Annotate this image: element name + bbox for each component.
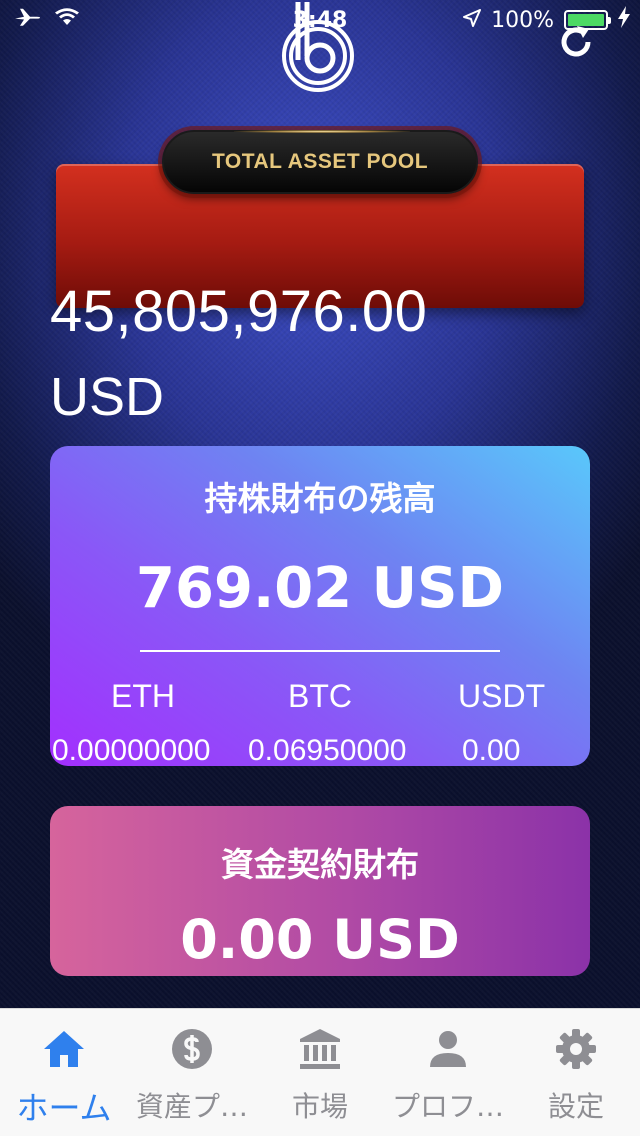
battery-percent: 100% <box>491 7 554 33</box>
location-arrow-icon <box>463 8 482 33</box>
tab-profile-label: プロフ… <box>391 1090 504 1123</box>
total-asset-currency: USD <box>50 367 165 427</box>
charging-icon <box>618 6 630 34</box>
refresh-button[interactable] <box>556 22 596 62</box>
person-icon <box>430 1031 466 1067</box>
tab-profile[interactable]: プロフ… <box>384 1009 512 1136</box>
divider <box>140 650 500 652</box>
tab-settings-label: 設定 <box>547 1090 604 1123</box>
tab-assets-label: 資産プ… <box>135 1090 248 1123</box>
tab-market-label: 市場 <box>291 1090 348 1123</box>
tab-assets[interactable]: 資産プ… <box>128 1009 256 1136</box>
coin-label-usdt: USDT <box>458 678 546 714</box>
gear-icon <box>556 1029 596 1069</box>
total-asset-pool-label: TOTAL ASSET POOL <box>162 130 478 194</box>
tab-home-label: ホーム <box>16 1089 112 1127</box>
coin-label-btc: BTC <box>288 678 352 714</box>
contract-wallet-card[interactable]: 資金契約財布 0.00 USD <box>50 806 590 976</box>
home-icon <box>44 1031 84 1067</box>
stake-wallet-title: 持株財布の残高 <box>204 479 436 518</box>
stake-wallet-amount: 769.02 USD <box>136 556 504 621</box>
tab-home[interactable]: ホーム <box>0 1009 128 1136</box>
coin-value-usdt: 0.00 <box>462 734 521 766</box>
total-asset-amount: 45,805,976.00 <box>50 279 428 344</box>
coin-value-btc: 0.06950000 <box>248 734 407 766</box>
refresh-icon <box>561 26 591 57</box>
coin-label-eth: ETH <box>111 678 175 714</box>
dollar-icon <box>172 1029 212 1069</box>
tab-settings[interactable]: 設定 <box>512 1009 640 1136</box>
contract-wallet-title: 資金契約財布 <box>221 845 419 884</box>
tab-market[interactable]: 市場 <box>256 1009 384 1136</box>
b-logo-icon <box>276 0 360 94</box>
bank-icon <box>300 1029 340 1069</box>
coin-value-eth: 0.00000000 <box>52 734 211 766</box>
tab-bar: ホーム 資産プ… 市場 プロフ… 設定 <box>0 1008 640 1136</box>
stake-wallet-card[interactable]: 持株財布の残高 769.02 USD ETH BTC USDT 0.000000… <box>50 446 590 766</box>
contract-wallet-amount: 0.00 USD <box>180 908 460 971</box>
